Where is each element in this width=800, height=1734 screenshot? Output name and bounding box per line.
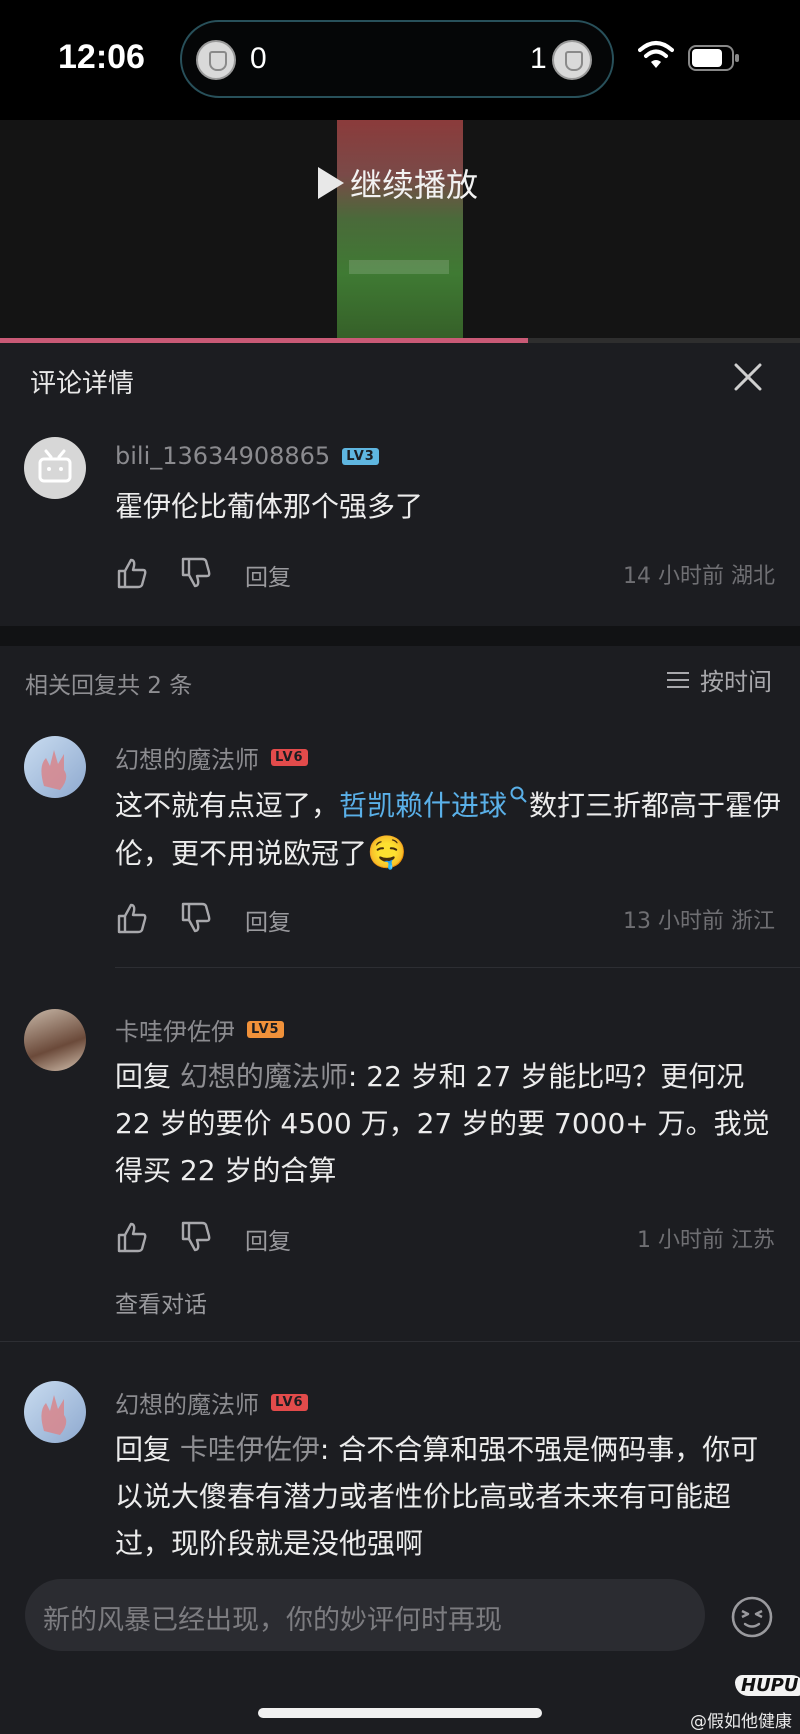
username-text: 卡哇伊佐伊 xyxy=(115,1018,235,1046)
comment-text: 霍伊伦比葡体那个强多了 xyxy=(115,490,424,523)
replies-header: 相关回复共 2 条 按时间 xyxy=(0,646,800,716)
hupu-logo: HUPU xyxy=(735,1675,800,1696)
reply-count: 相关回复共 2 条 xyxy=(25,673,193,699)
status-bar: 12:06 0 1 xyxy=(0,0,800,120)
play-icon xyxy=(318,167,344,199)
video-player[interactable]: 继续播放 xyxy=(0,120,800,343)
divider xyxy=(115,967,800,968)
comment-input[interactable]: 新的风暴已经出现，你的妙评何时再现 xyxy=(25,1579,705,1651)
wifi-icon xyxy=(638,41,674,68)
avatar[interactable] xyxy=(24,437,86,499)
avatar[interactable] xyxy=(24,736,86,798)
away-score: 1 xyxy=(530,42,547,75)
view-conversation-link[interactable]: 查看对话 xyxy=(115,1285,207,1319)
reply-text: 这不就有点逗了，哲凯赖什进球 数打三折都高于霍伊伦，更不用说欧冠了🤤 xyxy=(115,782,785,877)
hand-avatar-image xyxy=(41,750,67,790)
reply-meta: 13 小时前 浙江 xyxy=(623,909,775,934)
drooling-emoji: 🤤 xyxy=(367,833,407,871)
comment-meta: 14 小时前 湖北 xyxy=(623,564,775,589)
username-text: 幻想的魔法师 xyxy=(115,1391,259,1419)
comment-actions: 回复 14 小时前 湖北 xyxy=(115,556,775,592)
username-text: 幻想的魔法师 xyxy=(115,746,259,774)
dislike-icon[interactable] xyxy=(179,1220,213,1254)
reply-text-part: 这不就有点逗了， xyxy=(115,789,340,822)
level-badge: LV3 xyxy=(342,447,379,465)
search-icon xyxy=(510,786,527,803)
bilibili-tv-icon xyxy=(38,449,72,483)
home-score: 0 xyxy=(250,42,267,75)
comment-input-placeholder: 新的风暴已经出现，你的妙评何时再现 xyxy=(43,1605,502,1636)
reply-text: 回复 幻想的魔法师: 22 岁和 27 岁能比吗？更何况 22 岁的要价 450… xyxy=(115,1053,785,1194)
level-badge: LV6 xyxy=(271,1394,308,1411)
emoji-icon[interactable] xyxy=(730,1595,774,1639)
sort-label: 按时间 xyxy=(700,668,772,696)
reply-to-user[interactable]: 幻想的魔法师 xyxy=(180,1060,348,1093)
avatar[interactable] xyxy=(24,1381,86,1443)
section-separator xyxy=(0,626,800,646)
like-icon[interactable] xyxy=(115,556,149,590)
like-icon[interactable] xyxy=(115,1220,149,1254)
comment-username[interactable]: bili_13634908865 LV3 xyxy=(115,442,379,470)
avatar[interactable] xyxy=(24,1009,86,1071)
comment-input-bar: 新的风暴已经出现，你的妙评何时再现 HUPU @假如他健康 xyxy=(0,1565,800,1734)
dislike-icon[interactable] xyxy=(179,901,213,935)
watermark-text: @假如他健康 xyxy=(690,1712,792,1732)
video-caption-overlay xyxy=(349,260,449,274)
battery-icon xyxy=(688,45,739,71)
home-indicator xyxy=(258,1708,542,1718)
search-link[interactable]: 哲凯赖什进球 xyxy=(339,786,529,822)
close-icon[interactable] xyxy=(728,357,768,397)
like-icon[interactable] xyxy=(115,901,149,935)
away-team-logo-icon xyxy=(552,40,592,80)
reply-button[interactable]: 回复 xyxy=(245,903,291,937)
reply-meta: 1 小时前 江苏 xyxy=(637,1228,775,1253)
reply-actions: 回复 13 小时前 浙江 xyxy=(115,901,775,937)
reply-text: 回复 卡哇伊佐伊: 合不合算和强不强是俩码事，你可以说大傻春有潜力或者性价比高或… xyxy=(115,1426,785,1567)
resume-label: 继续播放 xyxy=(350,166,479,204)
username-text: bili_13634908865 xyxy=(115,442,331,470)
level-badge: LV5 xyxy=(247,1021,284,1038)
status-time: 12:06 xyxy=(58,38,145,76)
reply-username[interactable]: 卡哇伊佐伊 LV5 xyxy=(115,1012,284,1047)
reply-username[interactable]: 幻想的魔法师 LV6 xyxy=(115,740,308,775)
live-score-island[interactable]: 0 1 xyxy=(180,20,614,98)
reply-prefix: 回复 xyxy=(115,1433,180,1466)
reply-button[interactable]: 回复 xyxy=(245,558,291,592)
sort-by-time-button[interactable]: 按时间 xyxy=(666,662,772,697)
comment-detail-header: 评论详情 xyxy=(0,343,800,413)
reply-username[interactable]: 幻想的魔法师 LV6 xyxy=(115,1385,308,1420)
reply-prefix: 回复 xyxy=(115,1060,180,1093)
home-team-logo-icon xyxy=(196,40,236,80)
reply-button[interactable]: 回复 xyxy=(245,1222,291,1256)
reply-to-user[interactable]: 卡哇伊佐伊 xyxy=(180,1433,320,1466)
list-sort-icon xyxy=(667,671,689,688)
search-link-text: 哲凯赖什进球 xyxy=(339,789,508,822)
resume-play-button[interactable]: 继续播放 xyxy=(318,160,478,206)
video-thumbnail xyxy=(337,120,463,340)
level-badge: LV6 xyxy=(271,749,308,766)
dislike-icon[interactable] xyxy=(179,556,213,590)
reply-actions: 回复 1 小时前 江苏 xyxy=(115,1220,775,1256)
page-title: 评论详情 xyxy=(30,369,135,399)
divider xyxy=(0,1341,800,1342)
hand-avatar-image xyxy=(41,1395,67,1435)
